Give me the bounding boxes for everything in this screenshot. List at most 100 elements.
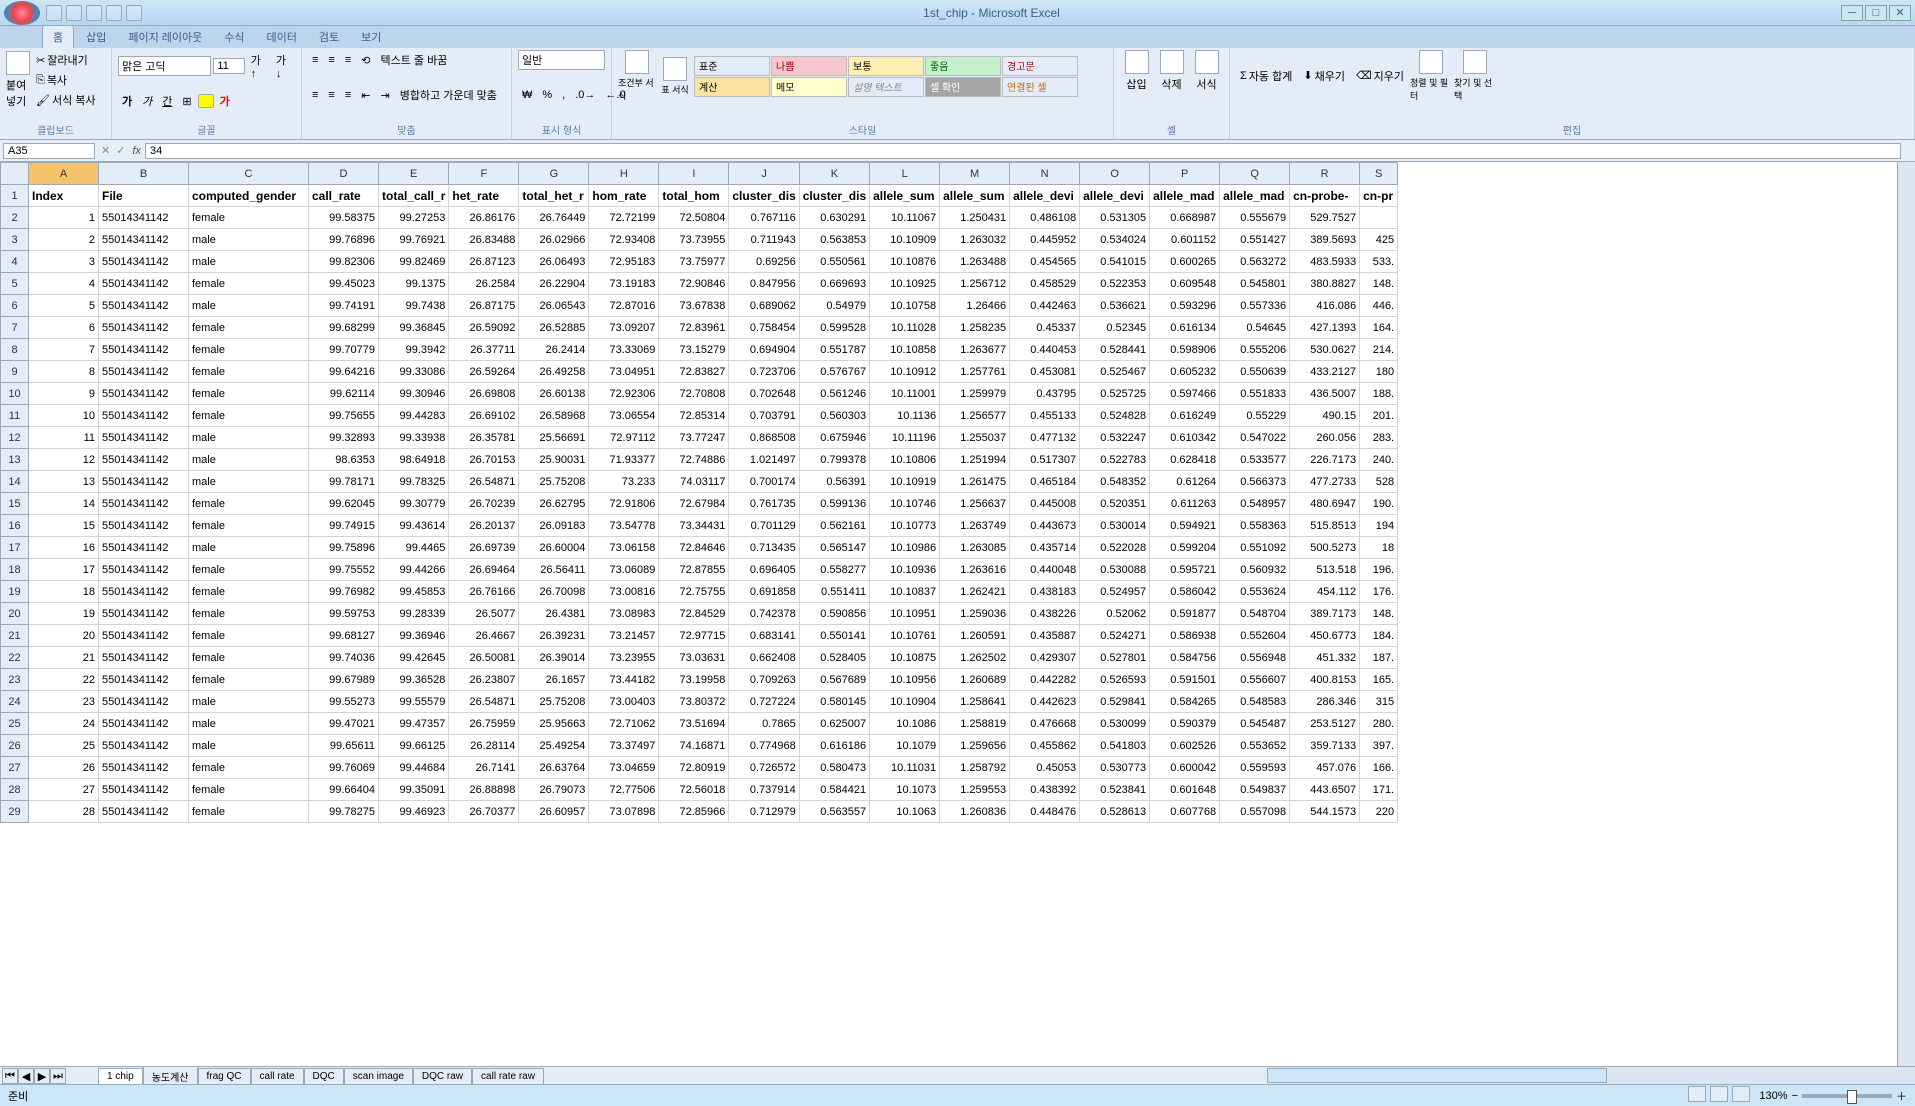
cell[interactable]: 0.541803	[1080, 735, 1150, 757]
cell[interactable]: 0.477132	[1010, 427, 1080, 449]
cell[interactable]: male	[189, 735, 309, 757]
col-header[interactable]: A	[29, 163, 99, 185]
cell[interactable]: 201.	[1360, 405, 1398, 427]
save-icon[interactable]	[46, 5, 62, 21]
cell[interactable]: female	[189, 339, 309, 361]
cell[interactable]: 1.260591	[940, 625, 1010, 647]
cell[interactable]: 0.435887	[1010, 625, 1080, 647]
cell[interactable]: 1.262502	[940, 647, 1010, 669]
cell[interactable]: 99.76921	[379, 229, 449, 251]
page-break-view-icon[interactable]	[1732, 1086, 1750, 1102]
cell[interactable]: 26.69464	[449, 559, 519, 581]
cell[interactable]: 0.458529	[1010, 273, 1080, 295]
cell[interactable]: 28	[29, 801, 99, 823]
cell[interactable]: 99.33938	[379, 427, 449, 449]
cell[interactable]: 10.10837	[870, 581, 940, 603]
cell[interactable]: 26.02966	[519, 229, 589, 251]
cell[interactable]: 0.701129	[729, 515, 799, 537]
cell[interactable]: 0.545487	[1220, 713, 1290, 735]
sheet-tab[interactable]: 1 chip	[98, 1068, 143, 1084]
cell[interactable]: 0.712979	[729, 801, 799, 823]
cell[interactable]: 171.	[1360, 779, 1398, 801]
cell[interactable]: 0.758454	[729, 317, 799, 339]
cell[interactable]: 73.06158	[589, 537, 659, 559]
cell[interactable]: 55014341142	[99, 251, 189, 273]
cell[interactable]: 72.72199	[589, 207, 659, 229]
cell[interactable]: 55014341142	[99, 229, 189, 251]
cell[interactable]: 164.	[1360, 317, 1398, 339]
cell[interactable]: 1.262421	[940, 581, 1010, 603]
cell[interactable]: 20	[29, 625, 99, 647]
cell[interactable]: 55014341142	[99, 339, 189, 361]
cell[interactable]: 26.54871	[449, 691, 519, 713]
cell[interactable]: 0.668987	[1150, 207, 1220, 229]
row-header[interactable]: 29	[1, 801, 29, 823]
cell[interactable]: 25.49254	[519, 735, 589, 757]
cell[interactable]: 10.10858	[870, 339, 940, 361]
clear-button[interactable]: ⌫ 지우기	[1352, 66, 1408, 86]
cell[interactable]: 72.75755	[659, 581, 729, 603]
cell[interactable]: 0.557336	[1220, 295, 1290, 317]
insert-cells-button[interactable]: 삽입	[1120, 50, 1153, 92]
cell[interactable]: 26.5077	[449, 603, 519, 625]
cell[interactable]: 0.700174	[729, 471, 799, 493]
cell[interactable]: 26.60957	[519, 801, 589, 823]
cell[interactable]: 0.528441	[1080, 339, 1150, 361]
cell[interactable]: 26.58968	[519, 405, 589, 427]
cell[interactable]: 500.5273	[1290, 537, 1360, 559]
cell[interactable]: 1.256577	[940, 405, 1010, 427]
cell[interactable]: 0.553652	[1220, 735, 1290, 757]
cell[interactable]: 0.601152	[1150, 229, 1220, 251]
cell[interactable]: 26.4667	[449, 625, 519, 647]
cell[interactable]: 26.69102	[449, 405, 519, 427]
cell[interactable]: 0.43795	[1010, 383, 1080, 405]
cell[interactable]: 0.435714	[1010, 537, 1080, 559]
cell[interactable]: 99.66404	[309, 779, 379, 801]
cell[interactable]: 0.616249	[1150, 405, 1220, 427]
cell[interactable]: 253.5127	[1290, 713, 1360, 735]
cell[interactable]: 0.561246	[799, 383, 869, 405]
cell[interactable]: 99.7438	[379, 295, 449, 317]
cell[interactable]: 10.10951	[870, 603, 940, 625]
cell[interactable]: 55014341142	[99, 515, 189, 537]
cell[interactable]: 0.713435	[729, 537, 799, 559]
cell[interactable]: 180	[1360, 361, 1398, 383]
cell[interactable]: allele_devi	[1010, 185, 1080, 207]
cell[interactable]: 99.78275	[309, 801, 379, 823]
cell[interactable]: 0.530088	[1080, 559, 1150, 581]
cell[interactable]: female	[189, 669, 309, 691]
cell[interactable]: 0.520351	[1080, 493, 1150, 515]
row-header[interactable]: 14	[1, 471, 29, 493]
cell[interactable]: 99.66125	[379, 735, 449, 757]
row-header[interactable]: 4	[1, 251, 29, 273]
spreadsheet-grid[interactable]: ABCDEFGHIJKLMNOPQRS1IndexFilecomputed_ge…	[0, 162, 1398, 823]
cell[interactable]: 0.675946	[799, 427, 869, 449]
cell[interactable]: 26.54871	[449, 471, 519, 493]
undo-icon[interactable]	[66, 5, 82, 21]
cell[interactable]: 55014341142	[99, 317, 189, 339]
cell[interactable]: 0.616186	[799, 735, 869, 757]
cell[interactable]: 166.	[1360, 757, 1398, 779]
inc-decimal-icon[interactable]: .0→	[571, 87, 599, 103]
cell[interactable]: male	[189, 713, 309, 735]
cell[interactable]: 98.6353	[309, 449, 379, 471]
col-header[interactable]: E	[379, 163, 449, 185]
sheet-tab[interactable]: frag QC	[198, 1068, 251, 1084]
cell[interactable]: female	[189, 317, 309, 339]
cell[interactable]: 26.59092	[449, 317, 519, 339]
cell[interactable]: 1.261475	[940, 471, 1010, 493]
cell[interactable]: 451.332	[1290, 647, 1360, 669]
cell[interactable]: 11	[29, 427, 99, 449]
cell[interactable]: 14	[29, 493, 99, 515]
cell[interactable]: 1.259979	[940, 383, 1010, 405]
cell[interactable]: 26.4381	[519, 603, 589, 625]
col-header[interactable]: I	[659, 163, 729, 185]
cell[interactable]: 73.33069	[589, 339, 659, 361]
cell[interactable]: 72.67984	[659, 493, 729, 515]
ribbon-tab-0[interactable]: 홈	[42, 25, 74, 48]
align-right-icon[interactable]: ≡	[341, 87, 355, 103]
cell[interactable]: 10.10746	[870, 493, 940, 515]
cell[interactable]: 0.548583	[1220, 691, 1290, 713]
wrap-text-button[interactable]: 텍스트 줄 바꿈	[376, 50, 451, 70]
cell[interactable]: 10.10806	[870, 449, 940, 471]
